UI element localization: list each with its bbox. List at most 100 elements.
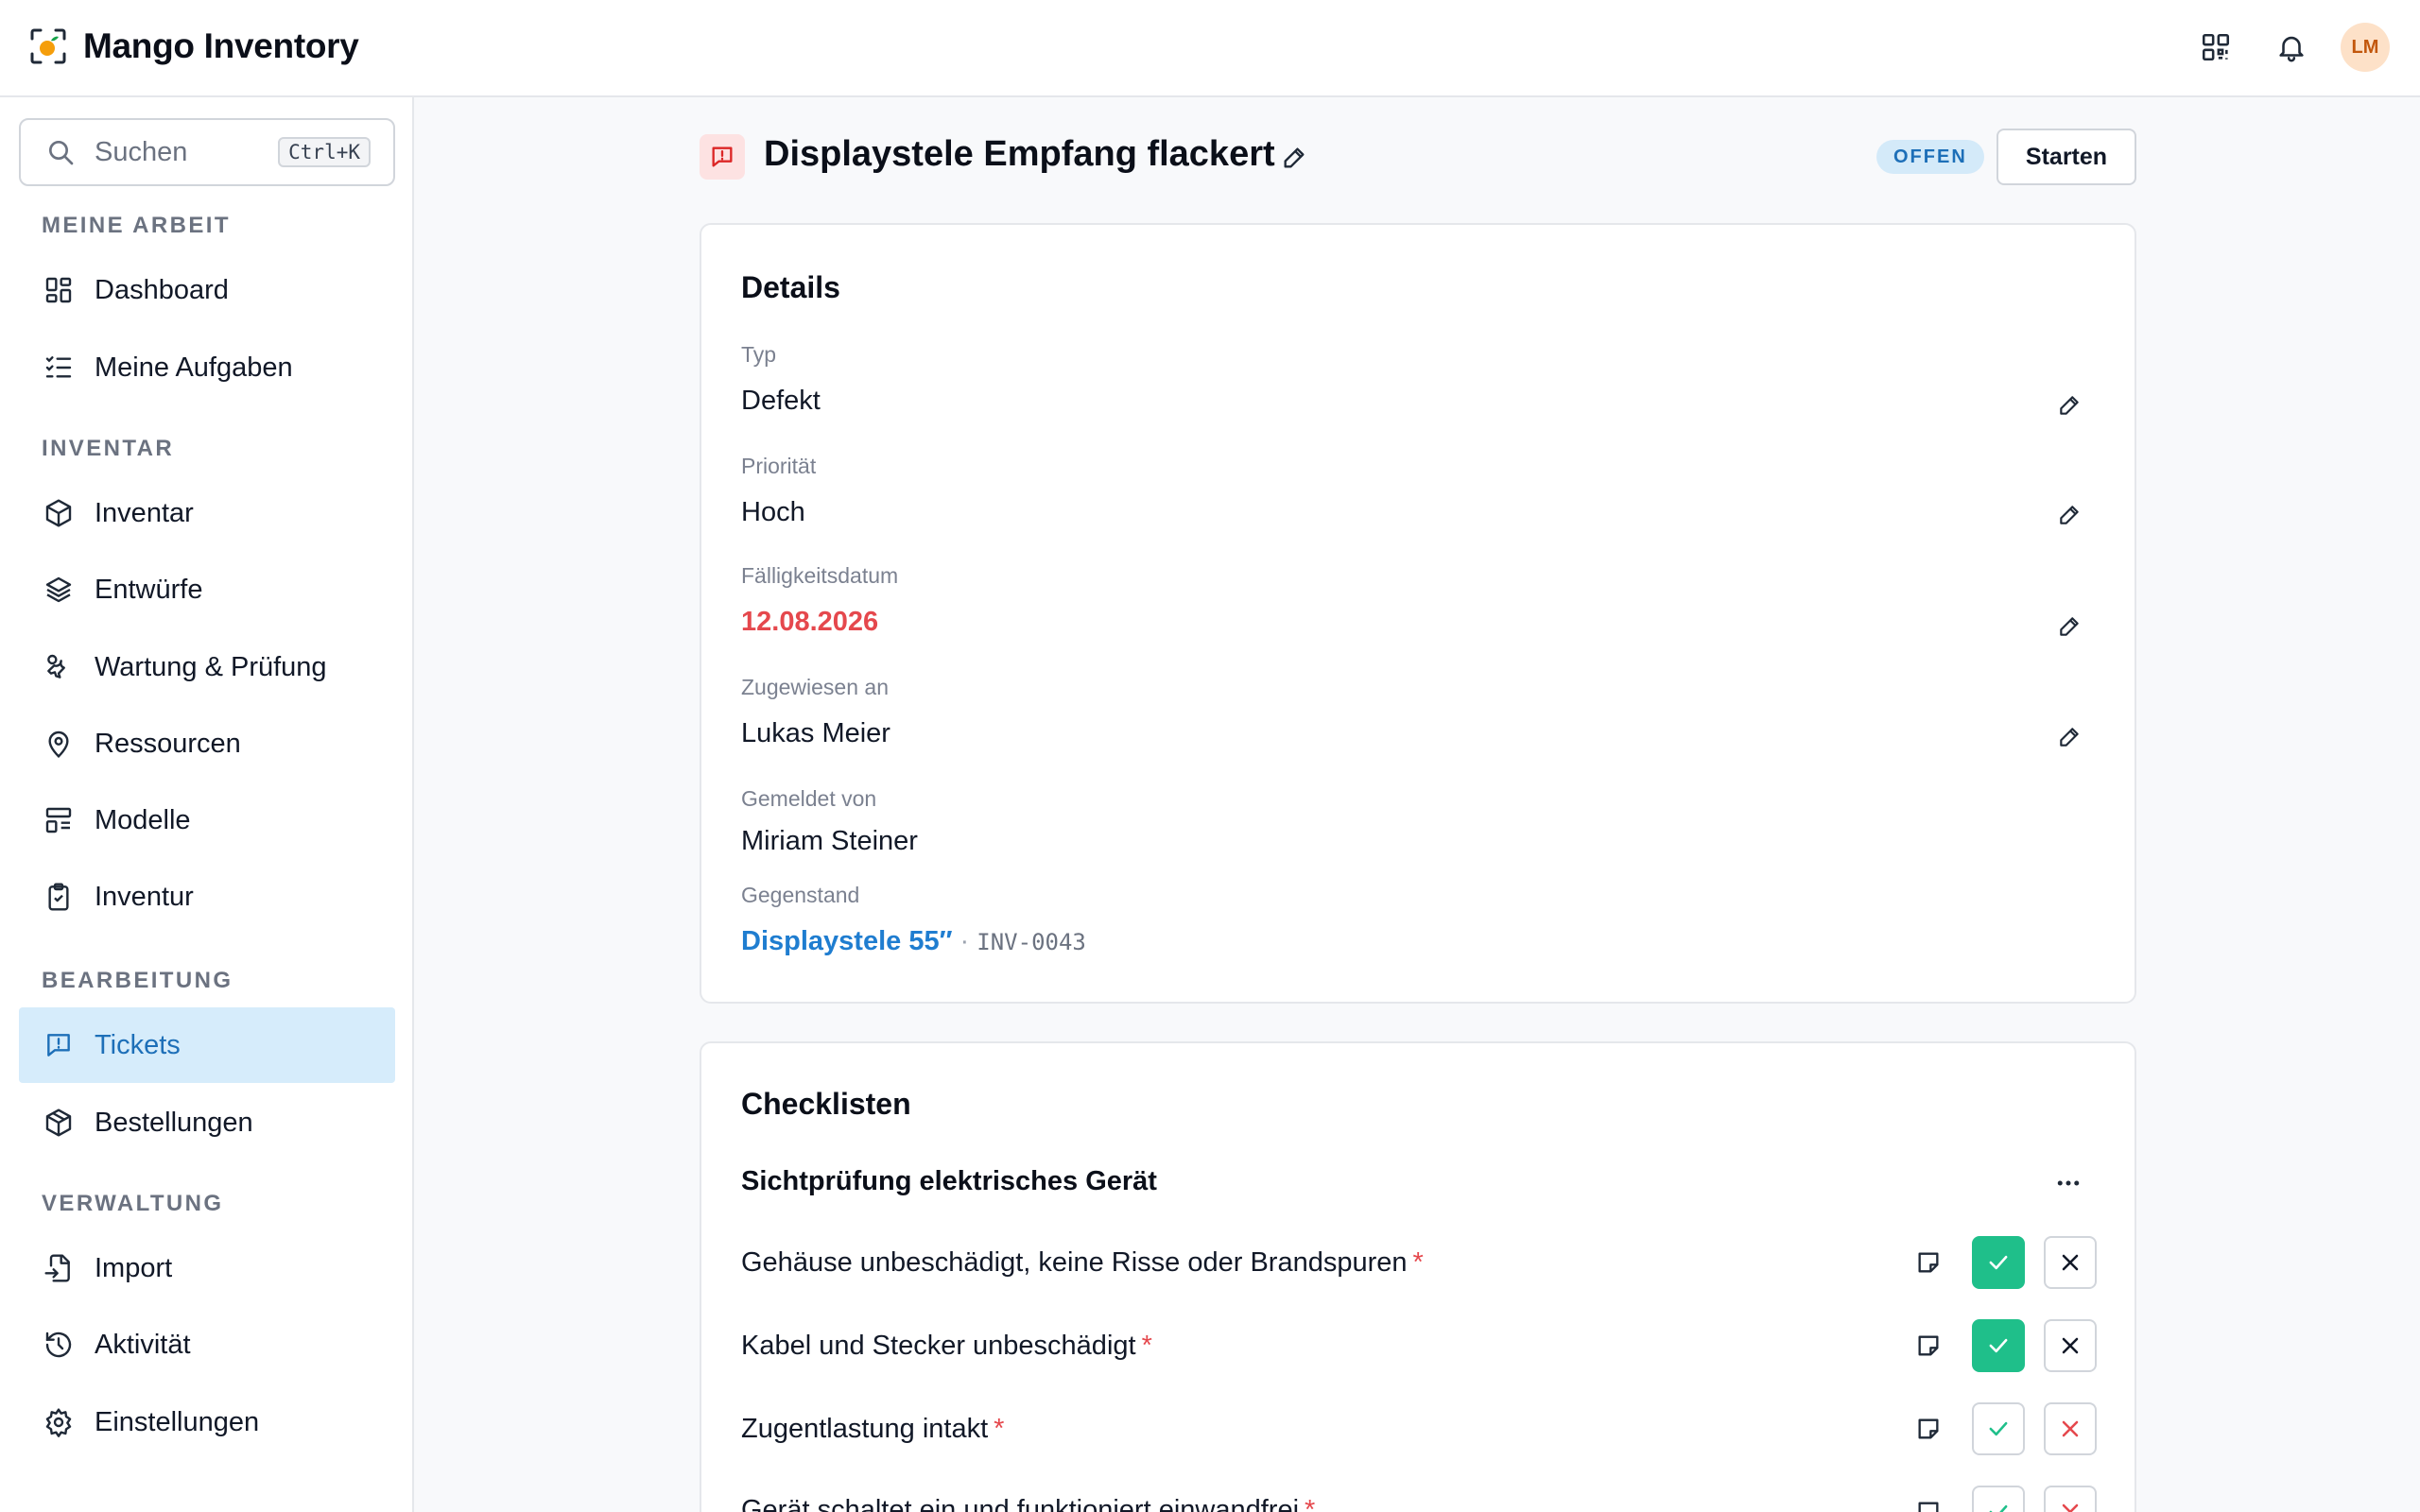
field-value-typ: Defekt bbox=[741, 386, 821, 416]
details-title: Details bbox=[741, 270, 840, 304]
user-avatar[interactable]: LM bbox=[2341, 23, 2390, 72]
add-note-button[interactable] bbox=[1908, 1325, 1949, 1366]
edit-faelligkeitsdatum-button[interactable] bbox=[2053, 610, 2085, 643]
edit-title-button[interactable] bbox=[1278, 142, 1310, 174]
checklist-group-title: Sichtprüfung elektrisches Gerät bbox=[741, 1166, 1157, 1196]
field-label-gegenstand: Gegenstand bbox=[741, 883, 860, 907]
sidebar-item-label: Ressourcen bbox=[95, 728, 241, 759]
edit-prioritaet-button[interactable] bbox=[2053, 499, 2085, 531]
brand[interactable]: Mango Inventory bbox=[30, 26, 359, 66]
pencil-icon bbox=[2060, 728, 2079, 747]
more-horizontal-icon bbox=[2057, 1180, 2080, 1186]
sidebar-item-import[interactable]: Import bbox=[19, 1230, 395, 1306]
template-icon bbox=[42, 803, 76, 837]
close-icon bbox=[2062, 1254, 2079, 1271]
pencil-icon bbox=[2060, 617, 2079, 636]
mark-ok-button[interactable] bbox=[1972, 1236, 2025, 1289]
sticky-note-icon bbox=[1918, 1335, 1939, 1356]
mark-failed-button[interactable] bbox=[2044, 1486, 2097, 1512]
required-marker: * bbox=[1412, 1247, 1424, 1278]
field-label-prioritaet: Priorität bbox=[741, 454, 817, 478]
notifications-button[interactable] bbox=[2271, 26, 2312, 68]
sidebar-item-inventur[interactable]: Inventur bbox=[19, 859, 395, 935]
mark-ok-button[interactable] bbox=[1972, 1319, 2025, 1372]
sidebar-item-entwuerfe[interactable]: Entwürfe bbox=[19, 552, 395, 627]
section-label-bearbeitung: BEARBEITUNG bbox=[42, 968, 233, 993]
sticky-note-icon bbox=[1918, 1502, 1939, 1512]
field-label-zugewiesen-an: Zugewiesen an bbox=[741, 675, 889, 699]
box-icon bbox=[42, 496, 76, 530]
sidebar-item-wartung-pruefung[interactable]: Wartung & Prüfung bbox=[19, 629, 395, 705]
sidebar-item-tickets[interactable]: Tickets bbox=[19, 1007, 395, 1083]
checklist-item: Zugentlastung intakt * bbox=[741, 1414, 1004, 1445]
edit-typ-button[interactable] bbox=[2053, 389, 2085, 421]
field-value-gemeldet-von: Miriam Steiner bbox=[741, 826, 918, 856]
section-label-inventar: INVENTAR bbox=[42, 436, 175, 461]
inventory-code: INV-0043 bbox=[977, 929, 1086, 955]
mark-failed-button[interactable] bbox=[2044, 1402, 2097, 1455]
section-label-meine-arbeit: MEINE ARBEIT bbox=[42, 213, 231, 238]
sidebar-item-bestellungen[interactable]: Bestellungen bbox=[19, 1085, 395, 1160]
checklists-title: Checklisten bbox=[741, 1087, 911, 1121]
check-icon bbox=[1989, 1255, 2008, 1270]
required-marker: * bbox=[1141, 1331, 1152, 1361]
location-pin-icon bbox=[42, 727, 76, 761]
history-icon bbox=[42, 1328, 76, 1362]
sidebar-item-ressourcen[interactable]: Ressourcen bbox=[19, 706, 395, 782]
add-note-button[interactable] bbox=[1908, 1242, 1949, 1283]
add-note-button[interactable] bbox=[1908, 1491, 1949, 1512]
field-value-gegenstand: Displaystele 55″ · INV-0043 bbox=[741, 926, 1086, 957]
start-button[interactable]: Starten bbox=[1996, 129, 2136, 185]
close-icon bbox=[2062, 1337, 2079, 1354]
required-marker: * bbox=[1305, 1495, 1316, 1512]
mark-failed-button[interactable] bbox=[2044, 1236, 2097, 1289]
field-label-faelligkeitsdatum: Fälligkeitsdatum bbox=[741, 563, 899, 588]
checklist-item-label: Gerät schaltet ein und funktioniert einw… bbox=[741, 1495, 1300, 1512]
sticky-note-icon bbox=[1918, 1252, 1939, 1273]
file-import-icon bbox=[42, 1251, 76, 1285]
field-label-gemeldet-von: Gemeldet von bbox=[741, 786, 877, 811]
sidebar-item-aktivitaet[interactable]: Aktivität bbox=[19, 1307, 395, 1383]
mark-failed-button[interactable] bbox=[2044, 1319, 2097, 1372]
check-icon bbox=[1989, 1504, 2008, 1512]
checklist-item-label: Gehäuse unbeschädigt, keine Risse oder B… bbox=[741, 1247, 1408, 1278]
settings-gear-icon bbox=[42, 1405, 76, 1439]
add-note-button[interactable] bbox=[1908, 1408, 1949, 1450]
checklist-more-button[interactable] bbox=[2046, 1160, 2091, 1206]
sidebar-item-meine-aufgaben[interactable]: Meine Aufgaben bbox=[19, 330, 395, 405]
sidebar-item-label: Dashboard bbox=[95, 274, 229, 305]
sidebar-item-label: Meine Aufgaben bbox=[95, 352, 293, 383]
package-icon bbox=[42, 1106, 76, 1140]
wrench-icon bbox=[42, 650, 76, 684]
search-field[interactable]: Suchen Ctrl+K bbox=[19, 118, 395, 186]
edit-zugewiesen-an-button[interactable] bbox=[2053, 721, 2085, 753]
mark-ok-button[interactable] bbox=[1972, 1486, 2025, 1512]
layers-icon bbox=[42, 573, 76, 607]
details-card: Details Typ Defekt Priorität Hoch Fällig… bbox=[700, 223, 2136, 1004]
search-input[interactable]: Suchen bbox=[95, 137, 278, 168]
sidebar-item-modelle[interactable]: Modelle bbox=[19, 782, 395, 858]
sidebar-item-label: Inventur bbox=[95, 881, 194, 912]
top-bar: Mango Inventory LM bbox=[0, 0, 2420, 97]
field-label-typ: Typ bbox=[741, 342, 777, 367]
sidebar-item-label: Entwürfe bbox=[95, 574, 203, 605]
checklist-item: Kabel und Stecker unbeschädigt * bbox=[741, 1331, 1152, 1362]
sidebar-item-inventar[interactable]: Inventar bbox=[19, 475, 395, 551]
app-title: Mango Inventory bbox=[83, 26, 359, 65]
section-label-verwaltung: VERWALTUNG bbox=[42, 1191, 224, 1216]
checklist-item-label: Zugentlastung intakt bbox=[741, 1414, 989, 1444]
sidebar-item-dashboard[interactable]: Dashboard bbox=[19, 252, 395, 328]
checklist-item: Gerät schaltet ein und funktioniert einw… bbox=[741, 1495, 1315, 1512]
item-link[interactable]: Displaystele 55″ bbox=[741, 926, 952, 956]
search-shortcut-badge: Ctrl+K bbox=[278, 137, 371, 167]
qr-code-icon bbox=[2202, 33, 2230, 61]
checklist-item: Gehäuse unbeschädigt, keine Risse oder B… bbox=[741, 1247, 1424, 1279]
check-icon bbox=[1989, 1421, 2008, 1436]
sidebar-item-label: Inventar bbox=[95, 497, 194, 528]
mark-ok-button[interactable] bbox=[1972, 1402, 2025, 1455]
checklists-card: Checklisten Sichtprüfung elektrisches Ge… bbox=[700, 1041, 2136, 1512]
qr-code-button[interactable] bbox=[2195, 26, 2237, 68]
tasks-icon bbox=[42, 351, 76, 385]
sidebar-item-einstellungen[interactable]: Einstellungen bbox=[19, 1384, 395, 1460]
pencil-icon bbox=[1284, 147, 1305, 168]
